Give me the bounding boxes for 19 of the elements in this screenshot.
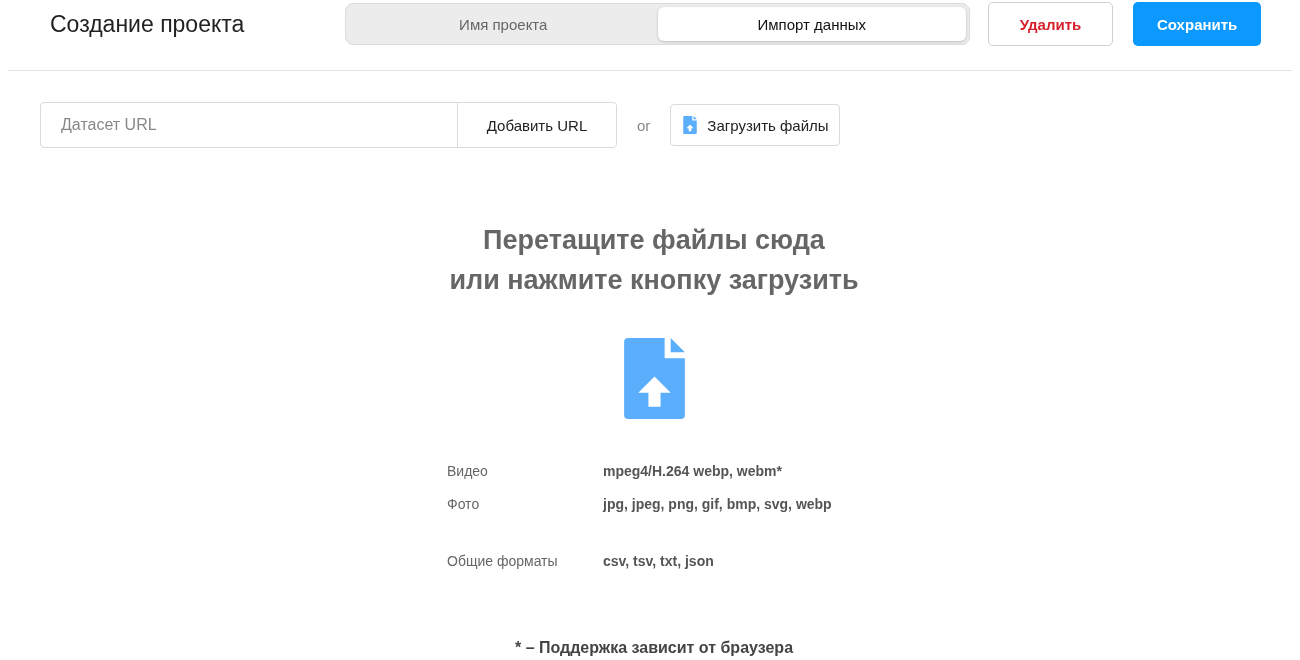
or-label: or — [637, 116, 651, 134]
footnote: * – Поддержка зависит от браузера — [514, 639, 794, 657]
format-label: Видео — [447, 462, 489, 481]
file-upload-icon — [623, 338, 685, 419]
add-url-button[interactable]: Добавить URL — [457, 103, 616, 147]
delete-button[interactable]: Удалить — [988, 2, 1113, 46]
tab[interactable]: Имя проекта — [349, 7, 658, 41]
upload-files-button[interactable]: Загрузить файлы — [670, 104, 840, 146]
format-list: csv, tsv, txt, json — [603, 551, 863, 571]
dropzone-heading: или нажмите кнопку загрузить — [449, 264, 859, 297]
format-list: mpeg4/H.264 webp, webm* — [603, 461, 863, 481]
format-label: Общие форматы — [447, 552, 559, 571]
format-label: Фото — [447, 495, 481, 514]
dropzone-heading: Перетащите файлы сюда — [482, 224, 826, 257]
file-upload-icon — [683, 116, 698, 134]
tab[interactable]: Импорт данных — [657, 7, 966, 41]
page-title: Создание проекта — [50, 10, 246, 38]
url-field[interactable]: Датасет URL Добавить URL — [40, 102, 617, 148]
format-list: jpg, jpeg, png, gif, bmp, svg, webp — [603, 494, 863, 514]
